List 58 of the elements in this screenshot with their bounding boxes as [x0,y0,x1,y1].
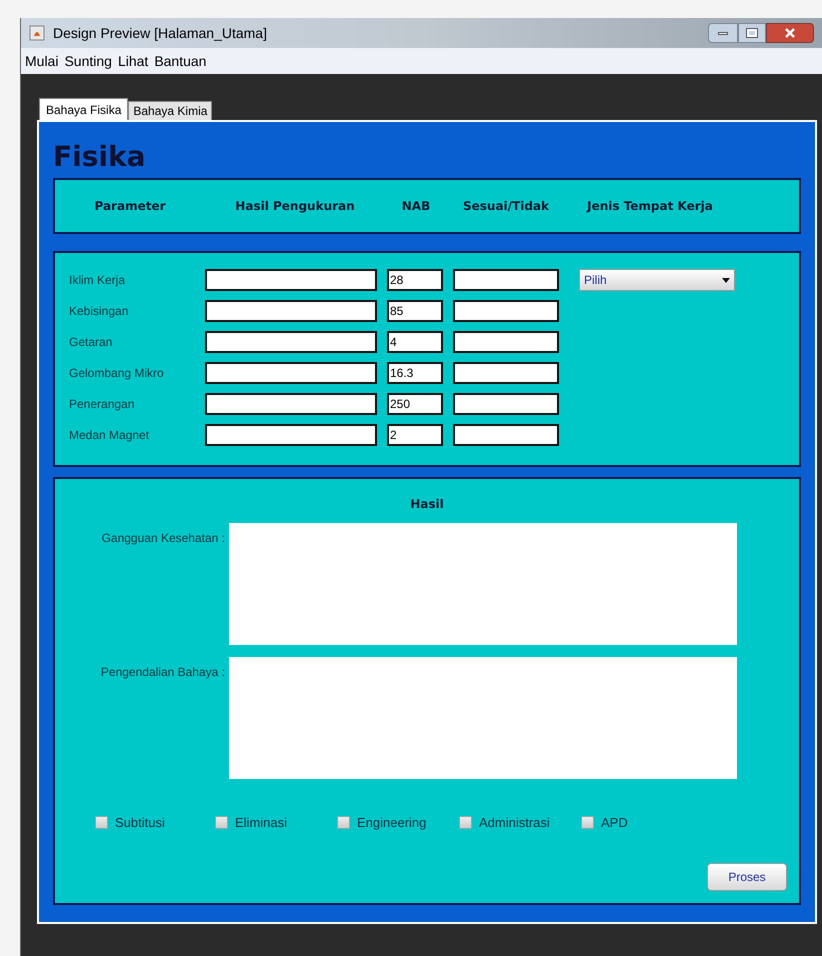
conformity-field[interactable] [453,393,559,415]
nab-field[interactable]: 250 [387,393,443,415]
conformity-field[interactable] [453,269,559,291]
workplace-dropdown[interactable]: Pilih [579,269,735,291]
checkbox[interactable] [337,816,350,830]
measurement-field[interactable] [205,269,377,291]
checkbox-label: Engineering [357,814,426,832]
conformity-field[interactable] [453,362,559,384]
parameter-label: Penerangan [68,396,136,413]
measurement-field[interactable] [205,393,377,415]
column-header: Hasil Pengukuran [234,198,356,215]
conformity-field[interactable] [453,331,559,353]
checkbox[interactable] [459,816,472,830]
column-header: Sesuai/Tidak [462,198,550,215]
checkbox-label: Subtitusi [115,814,165,832]
process-button[interactable]: Proses [707,862,787,890]
maximize-button[interactable] [738,23,766,43]
measurement-field[interactable] [205,300,377,322]
column-header: NAB [400,198,432,215]
close-icon [784,28,796,38]
parameter-label: Getaran [68,334,114,351]
parameter-label: Medan Magnet [68,427,150,444]
checkbox[interactable] [95,816,108,830]
text-area-label: Gangguan Kesehatan : [100,530,226,547]
column-header: Parameter [93,198,167,215]
conformity-field[interactable] [453,424,559,446]
text-area-label: Pengendalian Bahaya : [100,664,226,681]
measurement-field[interactable] [205,362,377,384]
parameter-label: Gelombang Mikro [68,365,165,382]
checkbox[interactable] [215,816,228,830]
measurement-field[interactable] [205,331,377,353]
menu-item[interactable]: Bantuan [154,50,206,72]
menu-item[interactable]: Lihat [118,50,148,72]
app-icon [29,25,45,41]
checkbox-label: Eliminasi [235,814,288,832]
tab[interactable]: Bahaya Kimia [128,101,212,120]
checkbox-label: Administrasi [479,814,550,832]
tab[interactable]: Bahaya Fisika [39,98,128,120]
checkbox[interactable] [581,816,594,830]
close-button[interactable] [766,23,814,43]
window-title: Design Preview [Halaman_Utama] [53,24,267,43]
form-heading: Fisika [53,139,147,175]
parameter-label: Iklim Kerja [68,272,126,289]
nab-field[interactable]: 85 [387,300,443,322]
measurement-field[interactable] [205,424,377,446]
nab-field[interactable]: 28 [387,269,443,291]
menu-item[interactable]: Sunting [64,50,112,72]
menu-item[interactable]: Mulai [25,50,58,72]
column-header: Jenis Tempat Kerja [586,198,714,215]
result-title: Hasil [409,496,445,513]
minimize-button[interactable] [708,23,738,43]
parameter-label: Kebisingan [68,303,130,320]
nab-field[interactable]: 4 [387,331,443,353]
checkbox-label: APD [601,814,628,832]
caret-icon [722,278,730,282]
conformity-field[interactable] [453,300,559,322]
nab-field[interactable]: 16.3 [387,362,443,384]
nab-field[interactable]: 2 [387,424,443,446]
